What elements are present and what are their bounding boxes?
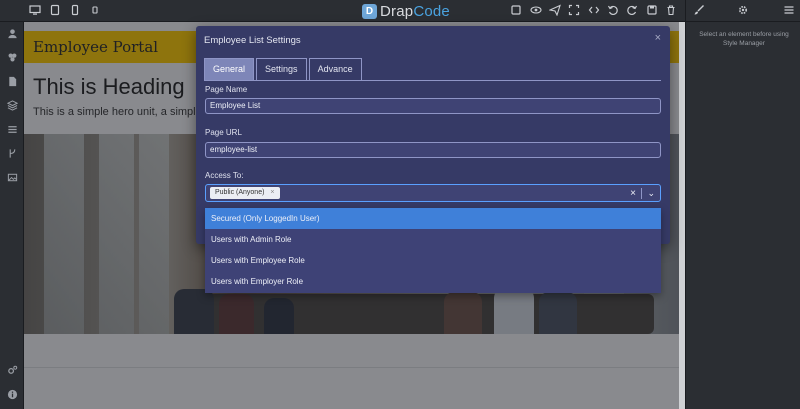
brand: D DrapCode [362, 1, 450, 21]
tabs-underline [204, 80, 661, 81]
code-icon[interactable] [587, 4, 601, 18]
option-secured[interactable]: Secured (Only LoggedIn User) [205, 208, 661, 229]
image-icon[interactable] [5, 172, 19, 186]
page-url-label: Page URL [205, 128, 242, 137]
access-dropdown-menu: Secured (Only LoggedIn User) Users with … [205, 208, 661, 293]
drapcode-logo-icon: D [362, 3, 377, 19]
fullscreen-icon[interactable] [567, 4, 581, 18]
brand-name: DrapCode [380, 2, 450, 20]
layers-icon[interactable] [5, 52, 19, 66]
send-icon[interactable] [548, 4, 562, 18]
menu-icon[interactable] [782, 4, 796, 18]
chip-remove-icon[interactable]: × [270, 189, 274, 196]
access-select[interactable]: Public (Anyone) × × ⌄ [205, 184, 661, 202]
style-manager-message: Select an element before using Style Man… [699, 31, 789, 47]
save-icon[interactable] [645, 4, 659, 18]
eye-icon[interactable] [529, 4, 543, 18]
selected-chip: Public (Anyone) × [210, 187, 280, 199]
select-separator [641, 188, 642, 199]
tablet-icon[interactable] [48, 4, 62, 18]
modal-title: Employee List Settings [204, 35, 301, 46]
option-employee-role[interactable]: Users with Employee Role [205, 250, 661, 271]
left-sidebar [0, 22, 24, 409]
page-icon[interactable] [5, 76, 19, 90]
app-root: D DrapCode Employee Portal This is Headi… [0, 0, 800, 409]
user-icon[interactable] [5, 28, 19, 42]
panel-tabs [686, 0, 800, 22]
tab-settings[interactable]: Settings [256, 58, 307, 80]
page-url-input[interactable]: employee-list [205, 142, 661, 158]
access-label: Access To: [205, 171, 244, 180]
clear-icon[interactable]: × [630, 187, 636, 200]
info-icon[interactable] [5, 389, 19, 403]
tab-general[interactable]: General [204, 58, 255, 80]
top-toolbar: D DrapCode [0, 0, 800, 22]
list-icon[interactable] [5, 124, 19, 138]
square-icon[interactable] [509, 4, 523, 18]
desktop-icon[interactable] [28, 4, 42, 18]
page-name-input[interactable]: Employee List [205, 98, 661, 114]
redo-icon[interactable] [625, 4, 639, 18]
close-icon[interactable]: × [655, 33, 661, 44]
branch-icon[interactable] [5, 148, 19, 162]
undo-icon[interactable] [606, 4, 620, 18]
paint-brush-icon[interactable] [692, 4, 706, 18]
style-manager-panel: Select an element before using Style Man… [685, 0, 800, 409]
mobile-landscape-icon[interactable] [88, 4, 102, 18]
page-name-label: Page Name [205, 85, 248, 94]
mobile-icon[interactable] [68, 4, 82, 18]
trash-icon[interactable] [664, 4, 678, 18]
stack-icon[interactable] [5, 100, 19, 114]
tab-advance[interactable]: Advance [308, 58, 362, 80]
chip-label: Public (Anyone) [215, 189, 265, 196]
cogs-icon[interactable] [5, 365, 19, 379]
chevron-down-icon[interactable]: ⌄ [647, 186, 655, 200]
option-employer-role[interactable]: Users with Employer Role [205, 271, 661, 292]
modal-tabs: General Settings Advance [204, 58, 362, 80]
gear-icon[interactable] [736, 4, 750, 18]
option-admin-role[interactable]: Users with Admin Role [205, 229, 661, 250]
